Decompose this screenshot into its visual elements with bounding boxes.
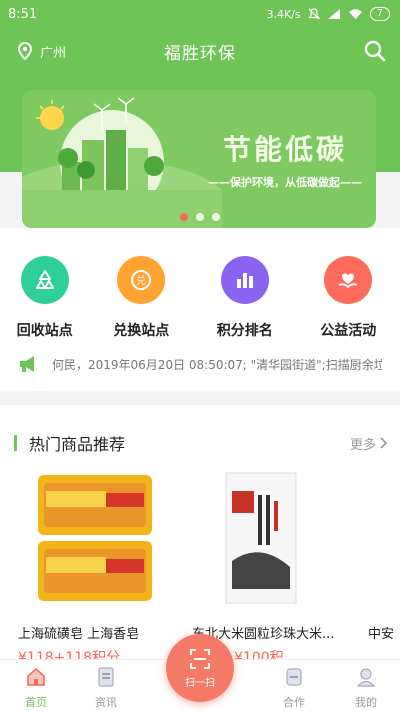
scan-label: 扫一扫 (185, 677, 215, 689)
section-header: 热门商品推荐 更多 (14, 431, 388, 455)
chevron-right-icon (380, 437, 388, 449)
banner-title: 节能低碳 (222, 133, 347, 166)
nav-label: 首页 (25, 696, 47, 709)
carousel-indicator (180, 213, 220, 221)
location-label: 广州 (40, 45, 67, 61)
search-icon[interactable] (364, 40, 386, 62)
banner-text: 节能低碳 ——保护环境，从低碳做起—— (208, 128, 362, 190)
scan-button[interactable]: 扫一扫 (166, 634, 234, 702)
mute-icon (307, 8, 320, 20)
carousel-dot[interactable] (196, 213, 204, 221)
function-label: 积分排名 (216, 323, 273, 339)
more-label: 更多 (349, 437, 376, 453)
recycle-icon (20, 256, 69, 304)
nav-label: 我的 (355, 696, 377, 709)
nav-home[interactable]: 首页 (6, 666, 66, 710)
profile-icon (356, 668, 376, 687)
banner-illustration (22, 97, 222, 228)
function-label: 兑换站点 (113, 323, 170, 339)
status-bar: 8:51 3.4K/s 7 (0, 0, 400, 28)
function-entries: 回收站点 兑 兑换站点 积分排名 公益活动 (0, 256, 400, 340)
soap-image (38, 475, 152, 601)
status-indicators: 3.4K/s 7 (266, 7, 390, 21)
exchange-station-entry[interactable]: 兑 兑换站点 (90, 256, 193, 340)
recycle-station-entry[interactable]: 回收站点 (0, 256, 90, 340)
home-icon (27, 668, 45, 686)
battery-icon: 7 (369, 7, 390, 21)
product-name[interactable]: 中安 (368, 623, 400, 642)
news-icon (98, 667, 114, 687)
svg-text:兑: 兑 (136, 274, 146, 287)
nav-profile[interactable]: 我的 (336, 666, 396, 710)
nav-cooperation[interactable]: 合作 (264, 666, 324, 710)
charity-activity-entry[interactable]: 公益活动 (297, 256, 400, 340)
network-speed: 3.4K/s (266, 7, 301, 21)
carousel-dot[interactable] (212, 213, 220, 221)
banner-carousel[interactable]: 节能低碳 ——保护环境，从低碳做起—— (22, 90, 376, 228)
more-link[interactable]: 更多 (350, 434, 388, 453)
location-pin-icon (18, 42, 32, 60)
section-accent-bar (14, 435, 17, 451)
charity-icon (324, 256, 373, 304)
points-ranking-entry[interactable]: 积分排名 (193, 256, 296, 340)
product-name[interactable]: 上海硫磺皂 上海香皂 (18, 623, 158, 642)
nav-news[interactable]: 资讯 (76, 666, 136, 710)
location-selector[interactable]: 广州 (18, 42, 66, 61)
product-image[interactable] (36, 471, 154, 605)
app-bar: 广州 福胜环保 (0, 28, 400, 74)
function-label: 公益活动 (320, 323, 377, 339)
section-title: 热门商品推荐 (29, 435, 126, 454)
scan-icon (190, 648, 210, 669)
product-image[interactable] (224, 471, 298, 605)
nav-label: 资讯 (95, 696, 117, 709)
status-time: 8:51 (8, 6, 38, 22)
function-label: 回收站点 (16, 323, 73, 339)
rice-bag-image (225, 472, 297, 604)
exchange-icon: 兑 (117, 256, 166, 304)
wifi-icon (348, 9, 362, 19)
signal-icon (327, 9, 340, 19)
nav-label: 合作 (283, 696, 305, 709)
banner-subtitle: ——保护环境，从低碳做起—— (208, 176, 362, 189)
megaphone-icon (20, 356, 34, 372)
cooperation-icon (286, 668, 302, 686)
notice-text: 何民，2019年06月20日 08:50:07; "清华园街道";扫描厨余垃圾 (52, 357, 382, 372)
carousel-dot[interactable] (180, 213, 188, 221)
ranking-icon (220, 256, 269, 304)
notice-bar[interactable]: 何民，2019年06月20日 08:50:07; "清华园街道";扫描厨余垃圾 (18, 355, 386, 373)
